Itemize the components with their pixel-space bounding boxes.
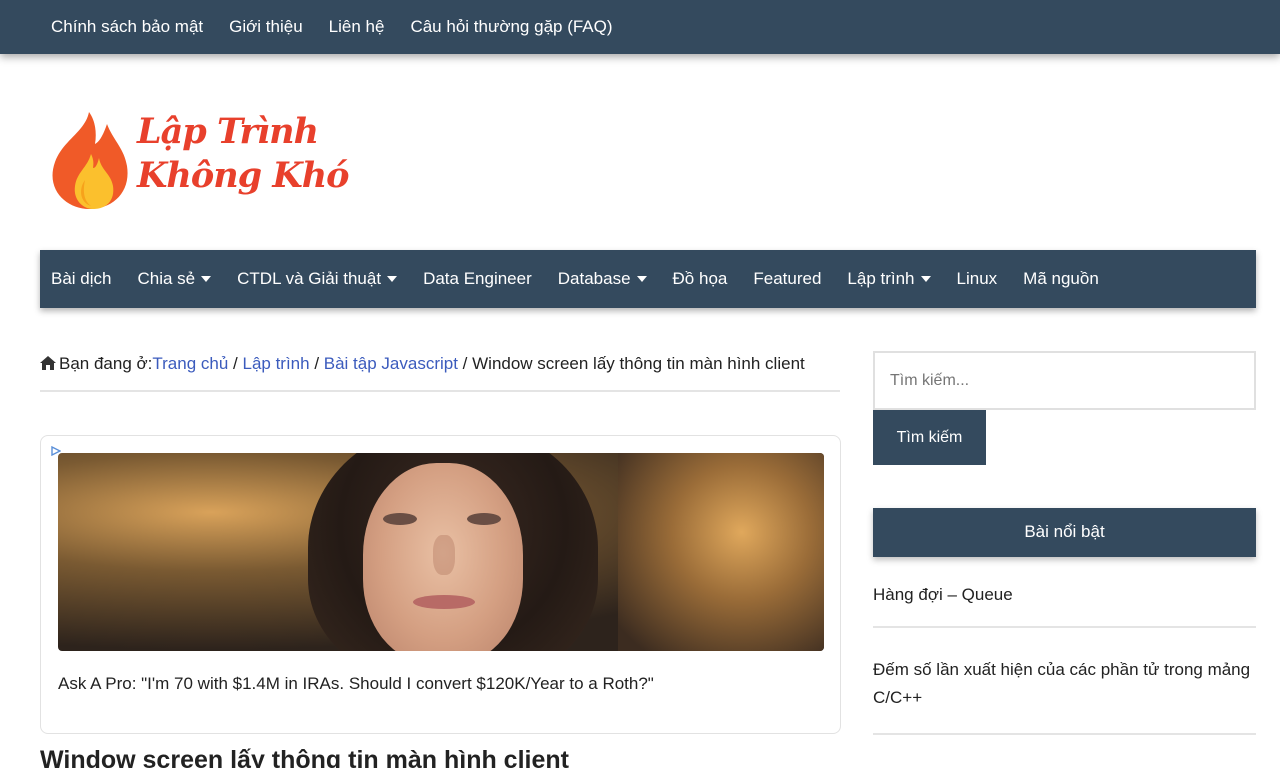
ad-card[interactable]: Ask A Pro: "I'm 70 with $1.4M in IRAs. S… [40, 435, 841, 734]
main-nav: Bài dịch Chia sẻ CTDL và Giải thuật Data… [40, 250, 1256, 308]
breadcrumb-link-bai-tap-js[interactable]: Bài tập Javascript [324, 354, 458, 373]
nav-item-bai-dich[interactable]: Bài dịch [51, 269, 111, 289]
top-menu: Chính sách bảo mật Giới thiệu Liên hệ Câ… [0, 0, 1280, 54]
caret-down-icon [920, 276, 931, 282]
search-input[interactable] [873, 351, 1256, 410]
breadcrumb: Bạn đang ở:Trang chủ / Lập trình / Bài t… [40, 354, 840, 392]
breadcrumb-prefix: Bạn đang ở: [59, 354, 153, 373]
nav-item-chia-se[interactable]: Chia sẻ [137, 269, 212, 289]
home-icon [40, 356, 56, 370]
breadcrumb-separator: / [309, 354, 324, 373]
nav-item-database[interactable]: Database [558, 269, 647, 289]
breadcrumb-separator: / [457, 354, 473, 373]
nav-item-linux[interactable]: Linux [957, 269, 998, 289]
top-bar: Chính sách bảo mật Giới thiệu Liên hệ Câ… [0, 0, 1280, 54]
flame-icon [52, 112, 128, 209]
logo-line-2: Không Khó [137, 155, 350, 196]
search-button[interactable]: Tìm kiếm [873, 410, 986, 465]
ad-caption[interactable]: Ask A Pro: "I'm 70 with $1.4M in IRAs. S… [58, 674, 654, 694]
site-logo[interactable]: Lập Trình Không Khó [47, 108, 350, 212]
breadcrumb-separator: / [228, 354, 243, 373]
logo-text: Lập Trình Không Khó [137, 110, 350, 198]
featured-item[interactable]: Đếm số lần xuất hiện của các phần tử tro… [873, 628, 1256, 735]
nav-item-lap-trinh[interactable]: Lập trình [847, 269, 931, 289]
top-menu-item-privacy[interactable]: Chính sách bảo mật [51, 17, 203, 37]
caret-down-icon [387, 276, 398, 282]
breadcrumb-link-lap-trinh[interactable]: Lập trình [242, 354, 309, 373]
nav-item-do-hoa[interactable]: Đồ họa [673, 269, 728, 289]
breadcrumb-link-home[interactable]: Trang chủ [152, 354, 228, 373]
nav-item-featured[interactable]: Featured [753, 269, 821, 289]
breadcrumb-current: Window screen lấy thông tin màn hình cli… [472, 354, 805, 373]
nav-item-ma-nguon[interactable]: Mã nguồn [1023, 269, 1099, 289]
nav-item-data-engineer[interactable]: Data Engineer [423, 269, 532, 289]
nav-item-ctdl[interactable]: CTDL và Giải thuật [237, 269, 398, 289]
caret-down-icon [636, 276, 647, 282]
logo-line-1: Lập Trình [137, 111, 319, 152]
ad-image[interactable] [58, 453, 824, 651]
caret-down-icon [201, 276, 212, 282]
featured-list: Hàng đợi – Queue Đếm số lần xuất hiện củ… [873, 572, 1256, 735]
top-menu-item-about[interactable]: Giới thiệu [229, 17, 303, 37]
post-title: Window screen lấy thông tin màn hình cli… [40, 746, 569, 768]
featured-item[interactable]: Hàng đợi – Queue [873, 572, 1256, 628]
featured-widget-title: Bài nổi bật [873, 508, 1256, 557]
top-menu-item-contact[interactable]: Liên hệ [329, 17, 385, 37]
top-menu-item-faq[interactable]: Câu hỏi thường gặp (FAQ) [410, 17, 612, 37]
